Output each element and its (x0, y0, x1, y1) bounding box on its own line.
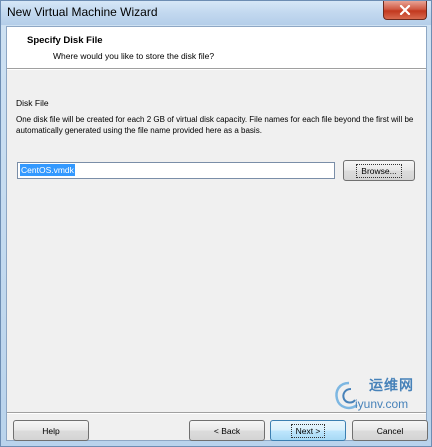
window-title: New Virtual Machine Wizard (7, 5, 158, 19)
watermark: 运维网 iyunv.com (329, 373, 425, 417)
help-button-label: Help (42, 425, 60, 436)
browse-button-label: Browse... (356, 163, 402, 178)
close-button[interactable] (383, 1, 427, 20)
close-icon (399, 5, 411, 15)
back-button[interactable]: < Back (189, 420, 265, 441)
browse-button[interactable]: Browse... (343, 160, 415, 181)
wizard-header: Specify Disk File Where would you like t… (7, 27, 426, 69)
cancel-button[interactable]: Cancel (352, 420, 428, 441)
wizard-window: New Virtual Machine Wizard Specify Disk … (0, 0, 432, 447)
page-title: Specify Disk File (27, 35, 103, 46)
cancel-button-label: Cancel (376, 425, 404, 436)
page-subtitle: Where would you like to store the disk f… (53, 51, 215, 61)
disk-file-input[interactable]: CentOS.vmdk (17, 162, 335, 179)
watermark-cn-text: 运维网 (369, 378, 414, 394)
watermark-en-text: iyunv.com (355, 397, 409, 411)
disk-file-group: Disk File One disk file will be created … (16, 98, 420, 210)
help-button[interactable]: Help (13, 420, 89, 441)
disk-file-label: Disk File (16, 98, 49, 108)
header-divider (7, 69, 426, 70)
next-button[interactable]: Next > (270, 420, 346, 441)
disk-file-description: One disk file will be created for each 2… (16, 115, 414, 135)
back-button-label: < Back (213, 425, 241, 436)
disk-file-input-value: CentOS.vmdk (20, 164, 75, 176)
next-button-label: Next > (290, 423, 326, 438)
title-bar[interactable]: New Virtual Machine Wizard (1, 1, 431, 25)
